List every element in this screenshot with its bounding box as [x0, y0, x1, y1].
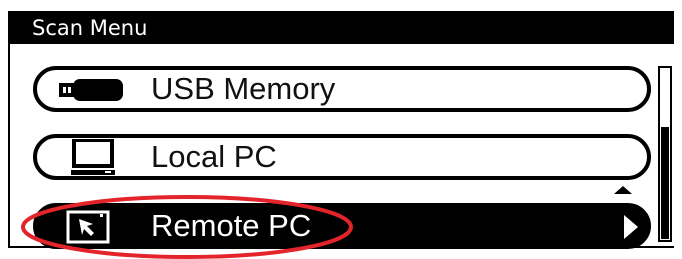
screen-left-edge	[8, 44, 10, 248]
menu-item-local-pc[interactable]: Local PC	[33, 134, 651, 180]
menu-item-label: USB Memory	[151, 71, 336, 106]
chevron-right-icon	[624, 215, 638, 239]
scroll-up-indicator-icon	[614, 186, 632, 194]
menu-item-label: Local PC	[151, 139, 277, 174]
page-title: Scan Menu	[32, 16, 148, 40]
remote-pc-icon	[66, 210, 110, 244]
scan-menu-screen: Scan Menu USB Memory Local PC Remote PC	[0, 0, 682, 259]
scrollbar-thumb[interactable]	[661, 127, 669, 239]
computer-monitor-icon	[71, 139, 115, 175]
screen-bottom-edge	[8, 246, 674, 248]
menu-item-remote-pc[interactable]: Remote PC	[33, 203, 651, 249]
title-bar: Scan Menu	[8, 11, 674, 44]
scrollbar[interactable]	[658, 66, 672, 242]
usb-drive-icon	[59, 79, 123, 101]
menu-item-label: Remote PC	[151, 208, 312, 243]
menu-item-usb-memory[interactable]: USB Memory	[33, 66, 651, 112]
